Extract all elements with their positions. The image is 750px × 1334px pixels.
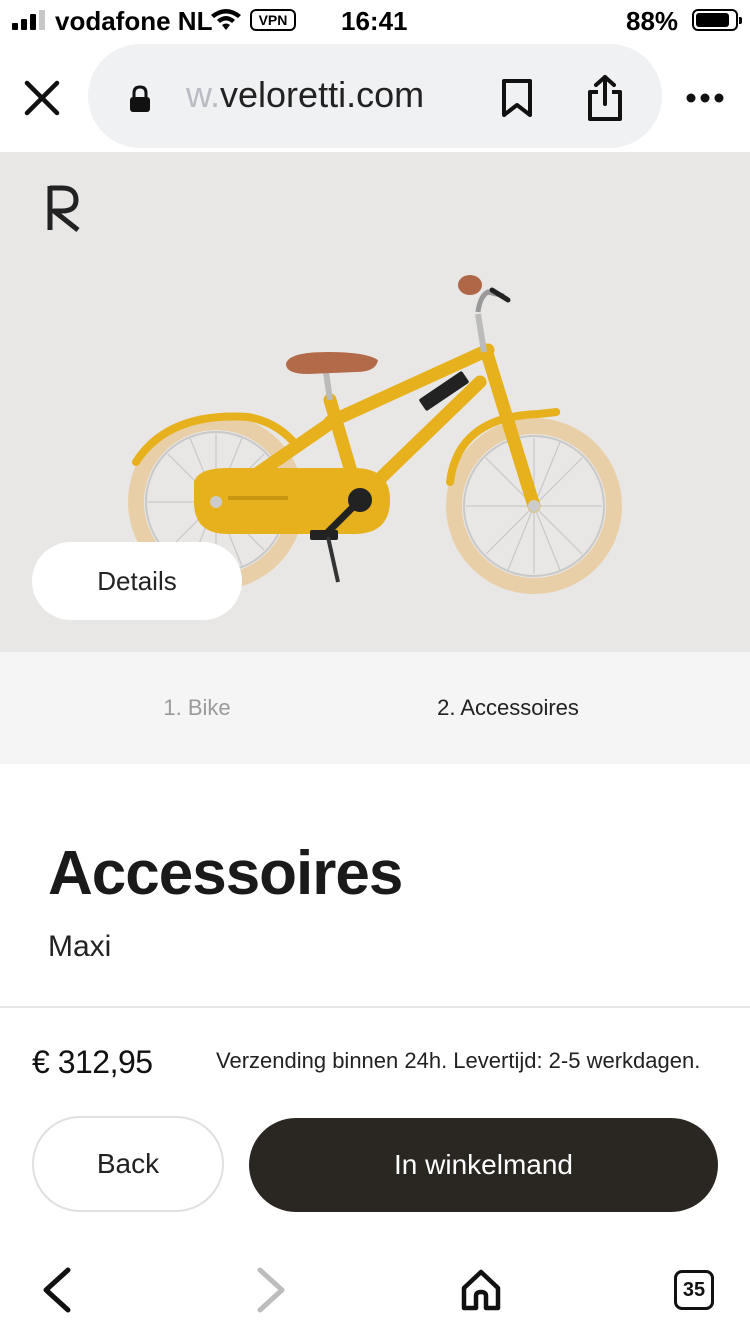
product-subtitle: Maxi xyxy=(48,930,112,963)
add-to-cart-button[interactable]: In winkelmand xyxy=(249,1118,718,1212)
forward-arrow-icon[interactable] xyxy=(254,1266,288,1314)
back-button[interactable]: Back xyxy=(32,1116,224,1212)
veloretti-logo-icon[interactable] xyxy=(46,184,82,232)
home-icon[interactable] xyxy=(460,1268,502,1312)
shipping-info: Verzending binnen 24h. Levertijd: 2-5 we… xyxy=(216,1048,701,1073)
tabs-icon[interactable]: 35 xyxy=(674,1270,714,1310)
more-icon[interactable] xyxy=(686,92,724,104)
step-accessoires-tab[interactable]: 2. Accessoires xyxy=(394,652,622,764)
browser-toolbar: 35 xyxy=(0,1244,750,1334)
battery-icon xyxy=(692,9,742,31)
clock: 16:41 xyxy=(341,6,408,36)
step-bike-tab[interactable]: 1. Bike xyxy=(0,652,394,764)
bookmark-icon[interactable] xyxy=(500,78,534,118)
product-hero: Details xyxy=(0,152,750,652)
page-title: Accessoires xyxy=(48,839,403,908)
url-text[interactable]: w.veloretti.com xyxy=(186,74,424,116)
lock-icon xyxy=(130,85,150,112)
product-price: € 312,95 xyxy=(32,1044,153,1080)
url-faded-prefix: w. xyxy=(186,74,221,115)
vpn-badge: VPN xyxy=(250,9,296,31)
close-icon[interactable] xyxy=(22,78,62,118)
carrier-name: vodafone NL xyxy=(55,6,213,36)
wifi-icon xyxy=(211,9,241,30)
divider xyxy=(0,1006,750,1008)
battery-percentage: 88% xyxy=(626,6,679,36)
signal-icon xyxy=(12,10,45,30)
step-navigation: 1. Bike 2. Accessoires xyxy=(0,652,750,764)
browser-address-bar: w.veloretti.com xyxy=(0,40,750,152)
status-bar: vodafone NL VPN 16:41 88% xyxy=(0,0,750,40)
url-domain: veloretti.com xyxy=(220,74,425,115)
share-icon[interactable] xyxy=(586,74,624,122)
back-arrow-icon[interactable] xyxy=(40,1266,74,1314)
details-button[interactable]: Details xyxy=(32,542,242,620)
